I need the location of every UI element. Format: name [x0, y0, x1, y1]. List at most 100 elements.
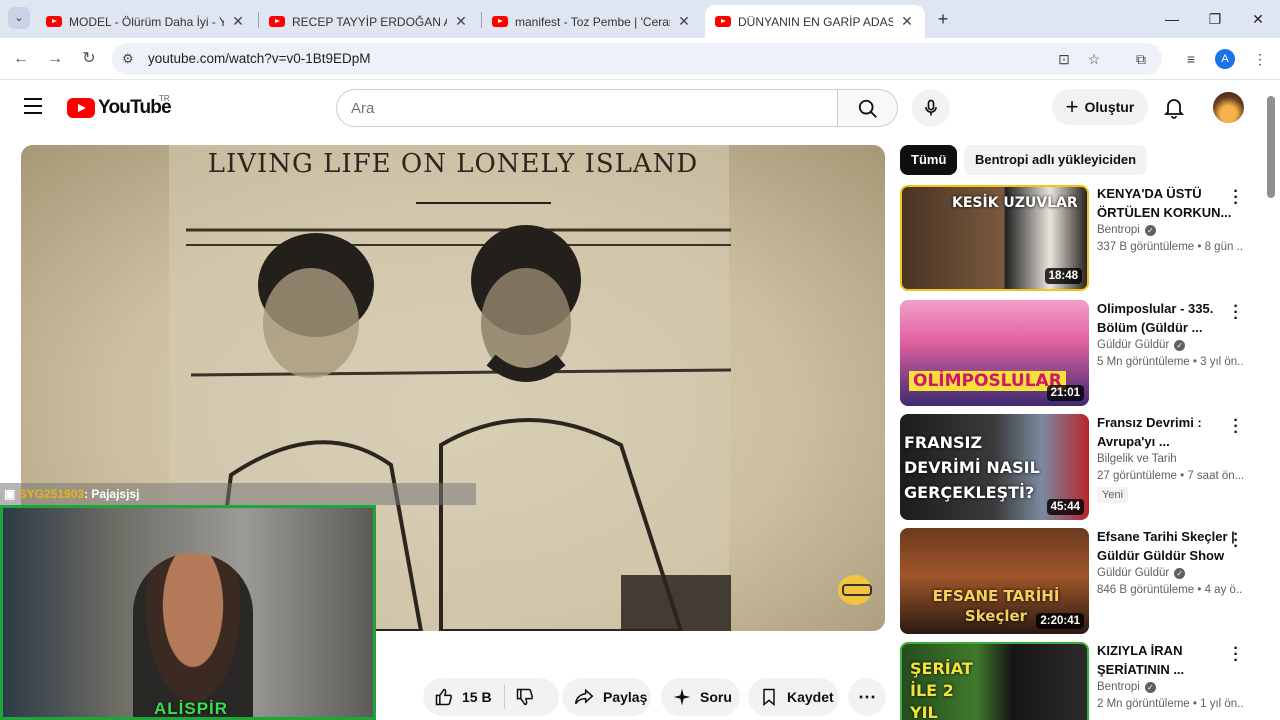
like-dislike-group: 15 B — [423, 678, 559, 716]
filter-chip-uploader[interactable]: Bentropi adlı yükleyiciden — [964, 145, 1148, 175]
browser-tab[interactable]: RECEP TAYYİP ERDOĞAN ARAP ✕ — [259, 5, 479, 38]
more-actions-button[interactable]: ⋯ — [848, 678, 886, 716]
recommendation-info: KENYA'DA ÜSTÜ ÖRTÜLEN KORKUN... Bentropi… — [1097, 185, 1243, 253]
voice-search-button[interactable] — [912, 89, 950, 127]
verified-check-icon: ✓ — [1144, 224, 1156, 236]
recommendation-info: Efsane Tarihi Skeçler | Güldür Güldür Sh… — [1097, 528, 1243, 596]
share-button[interactable]: Paylaş — [562, 678, 651, 716]
extensions-icon[interactable]: ⧉ — [1131, 49, 1151, 69]
back-icon[interactable]: ← — [9, 47, 33, 71]
recommendation-item[interactable]: EFSANE TARİHİ Skeçler 2:20:41 Efsane Tar… — [900, 527, 1250, 634]
more-vertical-icon[interactable]: · · · — [1232, 527, 1240, 555]
youtube-favicon-icon — [715, 16, 731, 27]
video-meta: 846 B görüntüleme • 4 ay ö... — [1097, 584, 1243, 596]
like-count: 15 B — [462, 689, 492, 705]
install-app-icon[interactable]: ⊡ — [1054, 49, 1074, 69]
chat-badge-icon: ▣ — [4, 487, 19, 501]
channel-name[interactable]: Bentropi ✓ — [1097, 224, 1243, 236]
browser-profile-avatar[interactable]: A — [1215, 49, 1235, 69]
video-meta: 27 görüntüleme • 7 saat ön... — [1097, 470, 1243, 482]
youtube-logo[interactable]: YouTube TR — [67, 94, 172, 119]
browser-tab-strip: ⌄ MODEL - Ölürüm Daha İyi - You ✕ RECEP … — [0, 0, 1280, 38]
channel-name[interactable]: Bilgelik ve Tarih — [1097, 453, 1243, 465]
page-scrollbar[interactable] — [1267, 96, 1275, 720]
recommendation-title[interactable]: Efsane Tarihi Skeçler | Güldür Güldür Sh… — [1097, 528, 1243, 565]
media-controls-icon[interactable]: ≡ — [1181, 49, 1201, 69]
new-badge: Yeni — [1097, 487, 1129, 503]
create-button[interactable]: + Oluştur — [1052, 89, 1148, 125]
microphone-icon — [925, 99, 937, 116]
recommendation-item[interactable]: ŞERİAT İLE 2 YIL KIZIYLA İRAN ŞERİATININ… — [900, 642, 1250, 720]
more-vertical-icon[interactable]: · · · — [1232, 642, 1240, 669]
site-info-icon[interactable]: ⚙ — [122, 51, 134, 67]
tab-title: manifest - Toz Pembe | 'Cerami — [515, 14, 670, 29]
recommendation-item[interactable]: OLİMPOSLULAR 21:01 Olimposlular - 335. B… — [900, 299, 1250, 406]
url-text[interactable]: youtube.com/watch?v=v0-1Bt9EDpM — [148, 51, 371, 66]
nerd-face-icon — [838, 575, 872, 605]
bookmark-icon — [763, 688, 775, 707]
ask-button[interactable]: Soru — [661, 678, 740, 716]
like-button[interactable]: 15 B — [423, 685, 505, 709]
notifications-bell-icon[interactable] — [1162, 94, 1186, 120]
country-code: TR — [159, 94, 170, 103]
video-thumbnail[interactable]: KESİK UZUVLAR 18:48 — [900, 185, 1089, 291]
more-vertical-icon[interactable]: · · · — [1232, 299, 1240, 327]
search-button[interactable] — [838, 89, 898, 127]
stream-chat-message: ▣ SYG251903: Pajajsjsj — [0, 483, 476, 505]
more-vertical-icon[interactable]: · · · — [1232, 413, 1240, 441]
video-thumbnail[interactable]: FRANSIZ DEVRİMİ NASIL GERÇEKLEŞTİ? 45:44 — [900, 414, 1089, 520]
video-thumbnail[interactable]: OLİMPOSLULAR 21:01 — [900, 300, 1089, 406]
window-close-icon[interactable]: ✕ — [1246, 8, 1270, 30]
verified-check-icon: ✓ — [1144, 681, 1156, 693]
video-thumbnail[interactable]: EFSANE TARİHİ Skeçler 2:20:41 — [900, 528, 1089, 634]
tab-close-icon[interactable]: ✕ — [899, 13, 915, 30]
recommendation-item[interactable]: FRANSIZ DEVRİMİ NASIL GERÇEKLEŞTİ? 45:44… — [900, 413, 1250, 524]
video-frame-caption: LIVING LIFE ON LONELY ISLAND — [207, 149, 699, 179]
tab-close-icon[interactable]: ✕ — [676, 13, 692, 30]
browser-tab[interactable]: manifest - Toz Pembe | 'Cerami ✕ — [482, 5, 702, 38]
minimize-icon[interactable]: — — [1160, 8, 1184, 30]
more-vertical-icon[interactable]: · · · — [1232, 184, 1240, 212]
bookmark-star-icon[interactable]: ☆ — [1084, 49, 1104, 69]
filter-chip-all[interactable]: Tümü — [900, 145, 958, 175]
new-tab-icon[interactable]: + — [932, 8, 954, 30]
youtube-favicon-icon — [269, 16, 285, 27]
channel-name[interactable]: Bentropi ✓ — [1097, 681, 1243, 693]
verified-check-icon: ✓ — [1174, 339, 1186, 351]
channel-name[interactable]: Güldür Güldür ✓ — [1097, 339, 1243, 351]
save-button[interactable]: Kaydet — [748, 678, 839, 716]
recommendation-info: KIZIYLA İRAN ŞERİATININ ... Bentropi ✓ 2 … — [1097, 642, 1243, 710]
search-input[interactable] — [337, 90, 837, 126]
thumbnail-text: KESİK UZUVLAR — [952, 195, 1078, 211]
chat-username: SYG251903 — [18, 487, 85, 501]
share-label: Paylaş — [603, 689, 648, 705]
address-bar[interactable]: ⚙ youtube.com/watch?v=v0-1Bt9EDpM ⊡ ☆ — [112, 43, 1162, 75]
reload-icon[interactable]: ↻ — [77, 47, 101, 71]
channel-label: Bentropi — [1097, 681, 1140, 693]
account-avatar[interactable] — [1213, 92, 1244, 123]
browser-menu-icon[interactable]: ⋮ — [1250, 49, 1270, 69]
browser-tab-active[interactable]: DÜNYANIN EN GARİP ADASINI ✕ — [705, 5, 925, 38]
video-thumbnail[interactable]: ŞERİAT İLE 2 YIL — [900, 642, 1089, 720]
recommendation-item[interactable]: KESİK UZUVLAR 18:48 KENYA'DA ÜSTÜ ÖRTÜLE… — [900, 184, 1250, 291]
video-meta: 2 Mn görüntüleme • 1 yıl ön... — [1097, 698, 1243, 710]
scrollbar-thumb[interactable] — [1267, 96, 1275, 198]
recommendation-title[interactable]: Olimposlular - 335. Bölüm (Güldür ... — [1097, 300, 1243, 337]
tab-close-icon[interactable]: ✕ — [230, 13, 246, 30]
recommendation-title[interactable]: KENYA'DA ÜSTÜ ÖRTÜLEN KORKUN... — [1097, 185, 1243, 222]
browser-tab[interactable]: MODEL - Ölürüm Daha İyi - You ✕ — [36, 5, 256, 38]
recommendation-title[interactable]: KIZIYLA İRAN ŞERİATININ ... — [1097, 642, 1243, 679]
more-horizontal-icon: ⋯ — [858, 686, 876, 707]
menu-icon[interactable] — [24, 98, 42, 114]
forward-icon[interactable]: → — [43, 47, 67, 71]
tab-search-chevron-icon[interactable]: ⌄ — [8, 7, 30, 29]
tab-close-icon[interactable]: ✕ — [453, 13, 469, 30]
dislike-button[interactable] — [505, 687, 543, 707]
recommendation-title[interactable]: Fransız Devrimi : Avrupa'yı ... — [1097, 414, 1243, 451]
youtube-favicon-icon — [46, 16, 62, 27]
youtube-logo-icon — [67, 98, 95, 118]
channel-name[interactable]: Güldür Güldür ✓ — [1097, 567, 1243, 579]
thumbnail-text: OLİMPOSLULAR — [909, 371, 1066, 391]
restore-icon[interactable]: ❐ — [1203, 8, 1227, 30]
thumbnail-text: ŞERİAT İLE 2 YIL — [910, 659, 973, 720]
